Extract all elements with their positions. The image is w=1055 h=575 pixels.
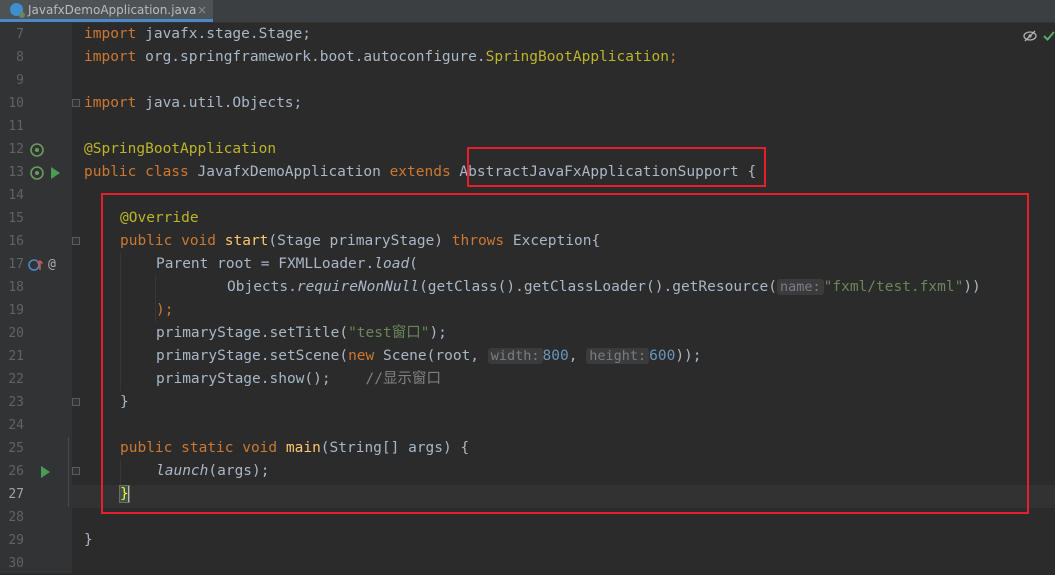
fold-marker[interactable] bbox=[72, 398, 80, 406]
tab-javafx-demo-application[interactable]: JavafxDemoApplication.java × bbox=[0, 0, 213, 22]
code-line-26: launch(args); bbox=[156, 463, 270, 479]
line-number: 13 bbox=[8, 165, 24, 180]
line-number: 14 bbox=[8, 188, 24, 203]
code-line-15: @Override bbox=[120, 210, 199, 226]
fold-marker[interactable] bbox=[72, 99, 80, 107]
superclass-name: AbstractJavaFxApplicationSupport bbox=[459, 164, 739, 180]
code-line-10: import java.util.Objects; bbox=[84, 95, 303, 111]
spring-bean-icon[interactable] bbox=[30, 166, 44, 180]
code-line-8: import org.springframework.boot.autoconf… bbox=[84, 49, 678, 65]
line-number: 10 bbox=[8, 96, 24, 111]
parameter-hint-name: name: bbox=[776, 279, 824, 295]
code-line-13: public class JavafxDemoApplication exten… bbox=[84, 164, 757, 180]
line-number: 21 bbox=[8, 349, 24, 364]
close-icon[interactable]: × bbox=[197, 3, 207, 17]
parameter-hint-width: width: bbox=[487, 348, 543, 364]
line-number: 24 bbox=[8, 418, 24, 433]
code-line-20: primaryStage.setTitle("test窗口"); bbox=[156, 325, 447, 341]
line-number: 19 bbox=[8, 303, 24, 318]
code-editor[interactable]: import javafx.stage.Stage; import org.sp… bbox=[84, 23, 1055, 573]
editor-gutter[interactable]: 7 8 9 10 11 12 13 14 15 16 17 18 19 20 2… bbox=[0, 23, 72, 573]
indent-guide bbox=[68, 437, 69, 507]
line-number: 29 bbox=[8, 533, 24, 548]
parameter-hint-height: height: bbox=[586, 348, 650, 364]
fold-marker[interactable] bbox=[72, 237, 80, 245]
line-number: 25 bbox=[8, 441, 24, 456]
line-number: 20 bbox=[8, 326, 24, 341]
code-line-27: } bbox=[119, 483, 130, 506]
line-number: 12 bbox=[8, 142, 24, 157]
run-icon[interactable] bbox=[50, 167, 60, 179]
code-line-18: Objects.requireNonNull(getClass().getCla… bbox=[227, 279, 981, 295]
code-line-7: import javafx.stage.Stage; bbox=[84, 26, 311, 42]
line-number: 30 bbox=[8, 556, 24, 571]
line-number: 15 bbox=[8, 211, 24, 226]
spring-bean-icon[interactable] bbox=[30, 143, 44, 157]
line-number: 17 bbox=[8, 257, 24, 272]
text-caret bbox=[127, 486, 130, 502]
code-line-29: } bbox=[84, 532, 93, 548]
line-number: 23 bbox=[8, 395, 24, 410]
editor-status-icons bbox=[1023, 27, 1055, 45]
line-number: 8 bbox=[16, 50, 24, 65]
override-icon[interactable] bbox=[28, 258, 44, 272]
line-number: 18 bbox=[8, 280, 24, 295]
line-number: 7 bbox=[16, 27, 24, 42]
check-icon bbox=[1043, 31, 1055, 41]
eye-crossed-icon[interactable] bbox=[1023, 30, 1037, 42]
code-line-19: ); bbox=[156, 302, 174, 318]
code-line-21: primaryStage.setScene(new Scene(root, wi… bbox=[156, 348, 702, 364]
line-number: 26 bbox=[8, 464, 24, 479]
code-line-25: public static void main(String[] args) { bbox=[120, 440, 470, 456]
line-number-current: 27 bbox=[8, 487, 24, 502]
comment: //显示窗口 bbox=[365, 371, 441, 387]
java-class-icon bbox=[10, 3, 25, 18]
run-icon[interactable] bbox=[40, 466, 50, 478]
code-line-16: public void start(Stage primaryStage) th… bbox=[120, 233, 601, 249]
annotation-icon: @ bbox=[48, 257, 56, 272]
editor-tab-bar: JavafxDemoApplication.java × bbox=[0, 0, 1055, 23]
line-number: 28 bbox=[8, 510, 24, 525]
line-number: 22 bbox=[8, 372, 24, 387]
tab-label: JavafxDemoApplication.java bbox=[28, 2, 197, 17]
line-number: 11 bbox=[8, 119, 24, 134]
code-line-12: @SpringBootApplication bbox=[84, 141, 277, 157]
code-line-22: primaryStage.show(); //显示窗口 bbox=[156, 371, 441, 387]
line-number: 9 bbox=[16, 73, 24, 88]
code-line-23: } bbox=[120, 394, 129, 410]
line-number: 16 bbox=[8, 234, 24, 249]
code-line-17: Parent root = FXMLLoader.load( bbox=[156, 256, 418, 272]
fold-marker[interactable] bbox=[72, 467, 80, 475]
